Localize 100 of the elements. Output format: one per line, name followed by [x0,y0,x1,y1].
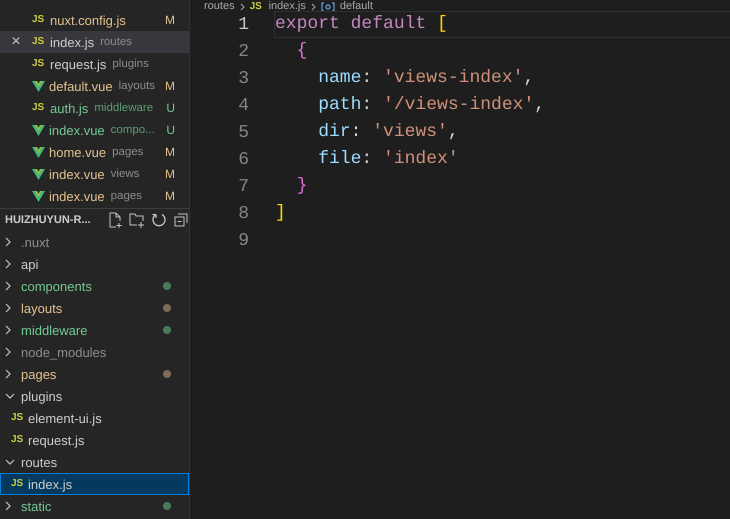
open-editor-item[interactable]: × JS index.js routes [0,31,189,53]
code-line: } [296,175,308,198]
file-name: auth.js [50,100,88,116]
folder-path: layouts [118,80,156,92]
open-editor-item[interactable]: JS auth.js middleware U [0,97,189,119]
folder-path: routes [100,36,132,48]
folder-item[interactable]: node_modules [0,341,189,363]
new-file-icon[interactable] [107,212,123,228]
file-name: index.js [50,34,94,50]
line-number: 6 [237,150,249,170]
file-name: element-ui.js [28,410,102,426]
folder-name: api [21,256,38,272]
line-number: 4 [237,96,249,116]
chevron-right-icon [240,2,245,10]
js-icon: JS [11,478,25,490]
folder-item[interactable]: static [0,495,189,517]
vue-icon [32,124,45,136]
vue-icon [32,168,45,180]
vue-icon [32,190,45,202]
line-number: 8 [237,204,249,224]
file-name: request.js [50,56,106,72]
chevron-right-icon[interactable] [5,347,11,357]
folder-item[interactable]: layouts [0,297,189,319]
open-editor-item[interactable]: index.vue compo... U [0,119,189,141]
chevron-right-icon[interactable] [5,369,11,379]
open-editor-item[interactable]: home.vue pages M [0,141,189,163]
folder-item[interactable]: middleware [0,319,189,341]
file-name: index.vue [49,166,105,182]
git-status: U [166,123,175,137]
folder-path: pages [110,190,142,202]
folder-path: compo... [110,124,155,136]
js-icon: JS [32,36,46,48]
code-line: { [296,40,308,63]
new-folder-icon[interactable] [129,212,145,228]
folder-name: plugins [21,388,62,404]
git-status: M [165,167,175,181]
folder-item[interactable]: api [0,253,189,275]
chevron-right-icon[interactable] [5,501,11,511]
chevron-right-icon[interactable] [5,281,11,291]
collapse-all-icon[interactable] [173,212,189,228]
line-number: 3 [237,68,249,88]
folder-path: views [110,168,140,180]
refresh-icon[interactable] [151,212,167,228]
folder-name: .nuxt [21,234,50,250]
js-icon: JS [32,58,46,70]
line-number: 9 [237,230,249,250]
breadcrumb-item[interactable]: index.js [268,0,306,13]
folder-name: layouts [21,300,62,316]
folder-item[interactable]: .nuxt [0,231,189,253]
git-status: U [166,101,175,115]
line-number: 7 [237,176,249,196]
git-status: M [165,189,175,203]
chevron-right-icon[interactable] [5,237,11,247]
chevron-down-icon[interactable] [5,459,15,465]
breadcrumb-item[interactable]: routes [204,0,235,13]
file-item[interactable]: JS request.js [0,429,189,451]
file-item[interactable]: JS element-ui.js [0,407,189,429]
folder-item[interactable]: components [0,275,189,297]
chevron-right-icon [310,2,316,10]
open-editor-item[interactable]: default.vue layouts M [0,75,189,97]
breadcrumb-item[interactable]: default [340,0,373,13]
code-line: file: 'index' [317,148,460,171]
code-line: path: '/views-index', [317,94,546,117]
git-status: M [165,145,175,159]
file-item[interactable]: JS index.js [0,473,189,495]
file-name: nuxt.config.js [50,12,126,28]
file-name: index.js [28,476,72,492]
chevron-right-icon[interactable] [5,303,11,313]
vue-icon [32,80,45,92]
open-editor-item[interactable]: index.vue pages M [0,185,189,207]
vue-icon [32,146,45,158]
open-editor-item[interactable]: index.vue views M [0,163,189,185]
line-number: 1 [237,14,249,34]
file-name: index.vue [49,122,105,138]
open-editor-item[interactable]: JS nuxt.config.js M [0,9,189,31]
file-name: default.vue [49,78,113,94]
folder-item[interactable]: pages [0,363,189,385]
folder-name: static [21,498,52,514]
code-line: dir: 'views', [317,121,460,144]
js-icon: JS [32,102,46,114]
folder-path: middleware [94,102,154,114]
git-status: M [165,13,175,27]
folder-path: plugins [112,58,149,70]
folder-path: pages [112,146,144,158]
folder-item[interactable]: plugins [0,385,189,407]
open-editor-item[interactable]: JS request.js plugins [0,53,189,75]
chevron-down-icon[interactable] [5,393,15,399]
folder-name: node_modules [21,344,106,360]
folder-item[interactable]: routes [0,451,189,473]
explorer-title: HUIZHUYUN-R... [5,214,92,226]
chevron-right-icon[interactable] [5,259,11,269]
folder-name: pages [21,366,56,382]
js-icon: JS [11,412,25,424]
folder-name: middleware [21,322,88,338]
js-icon: JS [250,0,264,12]
code-line: export default [ [275,12,730,37]
chevron-right-icon[interactable] [5,325,11,335]
git-status: M [165,79,175,93]
file-name: home.vue [49,144,106,160]
close-icon[interactable]: × [11,33,21,51]
